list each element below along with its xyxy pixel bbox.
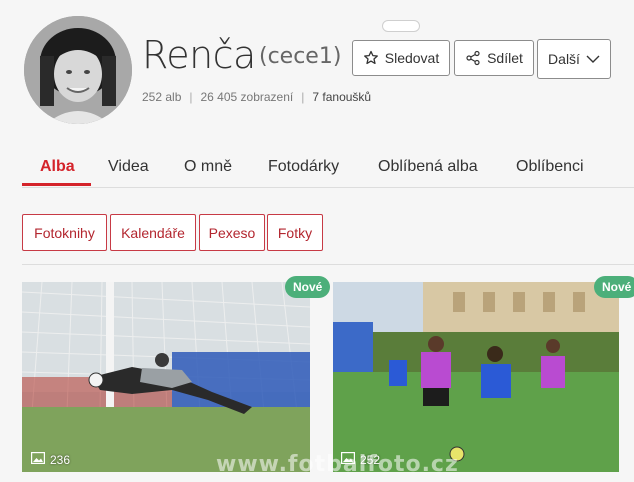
share-button[interactable]: Sdílet <box>454 40 534 76</box>
album-cover-goalkeeper <box>22 282 310 472</box>
category-pexeso[interactable]: Pexeso <box>199 214 265 251</box>
share-icon <box>465 50 481 66</box>
profile-name: Renča <box>142 33 256 77</box>
category-fotky[interactable]: Fotky <box>267 214 323 251</box>
tab-videa[interactable]: Videa <box>108 158 149 176</box>
tab-alba[interactable]: Alba <box>40 158 75 176</box>
category-fotoknihy[interactable]: Fotoknihy <box>22 214 107 251</box>
tab-fotodarky[interactable]: Fotodárky <box>268 158 339 176</box>
tab-oblibena-alba[interactable]: Oblíbená alba <box>378 158 478 176</box>
new-badge: Nové <box>285 276 331 298</box>
album-card[interactable] <box>22 282 310 472</box>
avatar-photo <box>24 16 132 124</box>
fans-link[interactable]: 7 fanoušků <box>312 90 371 104</box>
profile-stats: 252 alb | 26 405 zobrazení | 7 fanoušků <box>142 90 371 104</box>
new-badge: Nové <box>594 276 634 298</box>
follow-button[interactable]: Sledovat <box>352 40 450 76</box>
avatar[interactable] <box>24 16 132 124</box>
more-dropdown[interactable]: Další <box>537 39 611 79</box>
albums-count: 252 alb <box>142 90 182 104</box>
chevron-down-icon <box>586 54 600 64</box>
views-count: 26 405 zobrazení <box>200 90 294 104</box>
photo-count: 236 <box>31 452 70 467</box>
photo-count-value: 236 <box>50 452 71 467</box>
follow-label: Sledovat <box>384 50 440 66</box>
tabs-divider <box>22 187 634 188</box>
drag-handle[interactable] <box>382 20 420 32</box>
watermark: www.fotbalfoto.cz <box>216 452 459 477</box>
share-label: Sdílet <box>487 50 523 66</box>
image-icon <box>31 452 46 467</box>
profile-tabs: Alba Videa O mně Fotodárky Oblíbená alba… <box>0 148 634 188</box>
stats-separator: | <box>301 90 305 104</box>
profile-username: (cece1) <box>259 44 342 69</box>
more-label: Další <box>548 51 580 67</box>
category-kalendare[interactable]: Kalendáře <box>110 214 196 251</box>
categories-divider <box>22 264 634 265</box>
active-tab-indicator <box>22 183 91 186</box>
album-cover-players <box>333 282 619 472</box>
tab-oblibenci[interactable]: Oblíbenci <box>516 158 584 176</box>
stats-separator: | <box>189 90 193 104</box>
tab-o-mne[interactable]: O mně <box>184 158 232 176</box>
album-card[interactable] <box>333 282 619 472</box>
star-icon <box>363 50 379 66</box>
